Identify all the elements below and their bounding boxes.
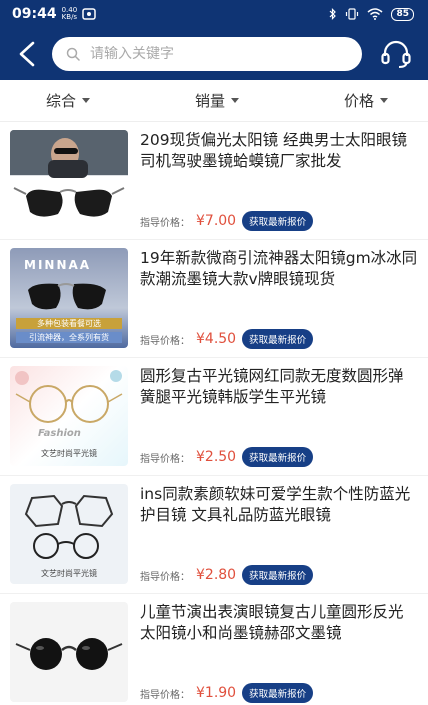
price-label: 指导价格：	[140, 453, 190, 465]
product-title: 209现货偏光太阳镜 经典男士太阳眼镜司机驾驶墨镜蛤蟆镜厂家批发	[140, 131, 408, 170]
net-speed: 0.40 KB/s	[61, 6, 78, 21]
back-arrow-icon	[19, 41, 35, 67]
product-item[interactable]: 儿童节演出表演眼镜复古儿童圆形反光太阳镜小和尚墨镜赫邵文墨镜 指导价格： ¥1.…	[0, 594, 428, 705]
get-quote-button[interactable]: 获取最新报价	[242, 565, 314, 585]
product-price: ¥4.50	[196, 331, 237, 347]
battery-indicator: 85	[391, 7, 414, 21]
price-label: 指导价格：	[140, 689, 190, 701]
product-item[interactable]: Fashion 文艺时尚平光镜 圆形复古平光镜网红同款无度数圆形弹簧腿平光镜韩版…	[0, 358, 428, 476]
product-item[interactable]: 文艺时尚平光镜 ins同款素颜软妹可爱学生款个性防蓝光护目镜 文具礼品防蓝光眼镜…	[0, 476, 428, 594]
bluetooth-icon	[330, 8, 337, 20]
sort-bar: 综合 销量 价格	[0, 80, 428, 122]
product-title: 圆形复古平光镜网红同款无度数圆形弹簧腿平光镜韩版学生平光镜	[140, 367, 404, 406]
product-title: ins同款素颜软妹可爱学生款个性防蓝光护目镜 文具礼品防蓝光眼镜	[140, 485, 411, 524]
product-price: ¥7.00	[196, 213, 237, 229]
search-icon	[66, 47, 80, 61]
product-price: ¥2.50	[196, 449, 237, 465]
caret-down-icon	[82, 98, 91, 103]
image-caption: 引流神器，全系列有货	[16, 332, 122, 343]
get-quote-button[interactable]: 获取最新报价	[242, 683, 314, 703]
product-image: Fashion 文艺时尚平光镜	[10, 366, 128, 466]
product-price: ¥2.80	[196, 567, 237, 583]
get-quote-button[interactable]: 获取最新报价	[242, 329, 314, 349]
customer-service-button[interactable]	[374, 32, 418, 76]
image-caption: 多种包装看餐可选	[16, 318, 122, 329]
product-image: MINNAA 多种包装看餐可选 引流神器，全系列有货	[10, 248, 128, 348]
status-bar: 09:44 0.40 KB/s 85	[0, 0, 428, 28]
headset-icon	[381, 40, 411, 68]
caret-down-icon	[379, 98, 388, 103]
search-box[interactable]	[52, 37, 362, 71]
sort-label: 综合	[46, 92, 77, 110]
sort-price[interactable]: 价格	[344, 90, 388, 111]
sort-label: 销量	[194, 92, 225, 110]
image-caption: 文艺时尚平光镜	[41, 569, 97, 578]
product-title: 19年新款微商引流神器太阳镜gm冰冰同款潮流墨镜大款v牌眼镜现货	[140, 249, 418, 288]
clock: 09:44	[12, 6, 57, 22]
get-quote-button[interactable]: 获取最新报价	[242, 211, 314, 231]
caret-down-icon	[231, 98, 239, 103]
product-image	[10, 602, 128, 702]
product-price: ¥1.90	[196, 685, 237, 701]
wifi-icon	[367, 8, 383, 20]
sort-sales[interactable]: 销量	[195, 90, 239, 111]
vibrate-icon	[346, 8, 359, 20]
sort-comprehensive[interactable]: 综合	[46, 90, 91, 111]
product-list: 209现货偏光太阳镜 经典男士太阳眼镜司机驾驶墨镜蛤蟆镜厂家批发 指导价格： ¥…	[0, 122, 428, 705]
search-input[interactable]	[90, 46, 348, 62]
notification-icon	[82, 8, 96, 20]
product-image	[10, 130, 128, 230]
brand-text: Fashion	[38, 428, 81, 439]
price-label: 指导价格：	[140, 335, 190, 347]
header-bar	[0, 28, 428, 80]
sort-label: 价格	[343, 92, 374, 110]
price-label: 指导价格：	[140, 571, 190, 583]
product-image: 文艺时尚平光镜	[10, 484, 128, 584]
get-quote-button[interactable]: 获取最新报价	[242, 447, 314, 467]
price-label: 指导价格：	[140, 217, 190, 229]
product-title: 儿童节演出表演眼镜复古儿童圆形反光太阳镜小和尚墨镜赫邵文墨镜	[140, 603, 404, 642]
product-item[interactable]: MINNAA 多种包装看餐可选 引流神器，全系列有货 19年新款微商引流神器太阳…	[0, 240, 428, 358]
image-caption: 文艺时尚平光镜	[41, 449, 97, 458]
product-item[interactable]: 209现货偏光太阳镜 经典男士太阳眼镜司机驾驶墨镜蛤蟆镜厂家批发 指导价格： ¥…	[0, 122, 428, 240]
back-button[interactable]	[10, 34, 44, 74]
